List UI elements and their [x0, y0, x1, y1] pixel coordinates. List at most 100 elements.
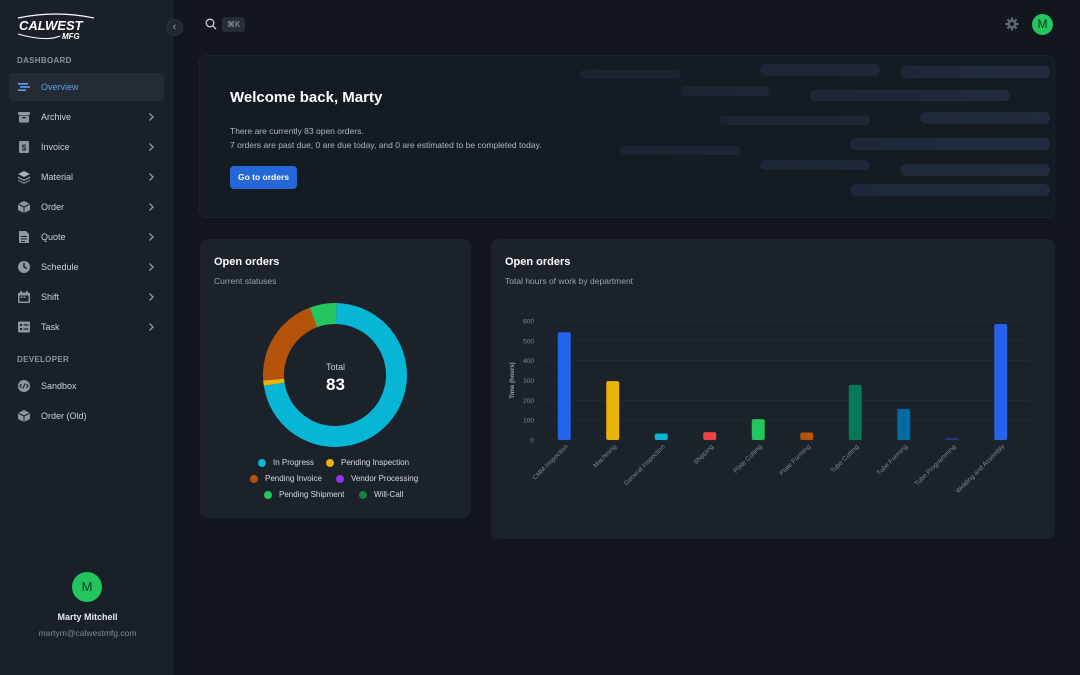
- legend-item[interactable]: Pending Inspection: [326, 458, 409, 467]
- donut-total-label: Total: [325, 362, 345, 372]
- section-label-dashboard: DASHBOARD: [17, 56, 72, 65]
- sidebar-item-label: Sandbox: [41, 381, 77, 391]
- bar-plate-cutting[interactable]: [751, 419, 765, 440]
- user-name: Marty Mitchell: [57, 612, 118, 622]
- sidebar-item-label: Overview: [41, 82, 79, 92]
- chevron-right-icon: [149, 293, 154, 301]
- sidebar-item-task[interactable]: Task: [9, 313, 164, 341]
- legend-item[interactable]: Pending Invoice: [250, 474, 322, 483]
- chevron-right-icon: [149, 263, 154, 271]
- sidebar-item-order[interactable]: Order: [9, 193, 164, 221]
- legend-label: Pending Shipment: [279, 490, 345, 499]
- task-icon: [17, 320, 31, 334]
- search-shortcut-badge: ⌘K: [222, 17, 246, 32]
- x-tick-label: Plate Cutting: [732, 443, 764, 475]
- x-tick-label: Machining: [592, 443, 618, 469]
- x-tick-label: Shipping: [692, 443, 715, 466]
- sidebar-item-label: Quote: [41, 232, 66, 242]
- sidebar: CALWEST MFG DASHBOARD Overview Archive $ In…: [0, 0, 175, 675]
- banner-background-graphic: [200, 56, 1054, 217]
- material-icon: [17, 170, 31, 184]
- gear-icon[interactable]: [1005, 17, 1019, 31]
- sidebar-item-shift[interactable]: Shift: [9, 283, 164, 311]
- x-tick-label: Welding and Assembly: [955, 443, 1007, 495]
- sidebar-item-material[interactable]: Material: [9, 163, 164, 191]
- chevron-right-icon: [149, 323, 154, 331]
- overview-icon: [17, 80, 31, 94]
- y-tick-label: 600: [523, 319, 534, 326]
- due-orders-summary: 7 orders are past due, 0 are due today, …: [230, 140, 542, 150]
- sidebar-item-label: Order: [41, 202, 65, 212]
- svg-text:CALWEST: CALWEST: [19, 18, 84, 33]
- y-tick-label: 0: [530, 438, 534, 445]
- x-tick-label: Tube Cutting: [830, 443, 861, 474]
- sidebar-item-invoice[interactable]: $ Invoice: [9, 133, 164, 161]
- legend-label: Pending Inspection: [341, 458, 410, 467]
- chevron-right-icon: [149, 203, 154, 211]
- legend-label: In Progress: [273, 458, 314, 467]
- user-avatar-top[interactable]: M: [1032, 14, 1053, 35]
- y-axis-label: Time (hours): [510, 362, 516, 398]
- legend-item[interactable]: Will-Call: [359, 490, 403, 499]
- legend-swatch: [336, 474, 344, 483]
- sidebar-item-label: Order (Old): [41, 411, 87, 421]
- bar-tube-forming[interactable]: [897, 408, 911, 440]
- legend-item[interactable]: Vendor Processing: [336, 474, 418, 483]
- sidebar-item-label: Shift: [41, 292, 60, 302]
- welcome-title: Welcome back, Marty: [230, 89, 383, 106]
- bar-cmm-inspection[interactable]: [557, 332, 571, 440]
- bar-tube-programming[interactable]: [945, 438, 959, 440]
- user-email: martym@calwestmfg.com: [38, 628, 137, 638]
- welcome-banner: Welcome back, Marty There are currently …: [199, 55, 1055, 218]
- y-tick-label: 300: [523, 378, 534, 385]
- x-tick-label: Plate Forming: [779, 443, 813, 477]
- y-tick-label: 100: [523, 418, 534, 425]
- sidebar-item-label: Invoice: [41, 142, 70, 152]
- y-tick-label: 400: [523, 358, 534, 365]
- sidebar-item-overview[interactable]: Overview: [9, 73, 164, 101]
- legend-swatch: [264, 490, 272, 499]
- sidebar-item-quote[interactable]: Quote: [9, 223, 164, 251]
- donut-total-value: 83: [326, 375, 345, 394]
- calwest-logo[interactable]: CALWEST MFG: [16, 12, 96, 42]
- department-hours-card: Open orders Total hours of work by depar…: [491, 239, 1055, 539]
- legend-item[interactable]: Pending Shipment: [264, 490, 344, 499]
- x-tick-label: CMM Inspection: [532, 443, 570, 481]
- chevron-right-icon: [149, 143, 154, 151]
- go-to-orders-button[interactable]: Go to orders: [230, 166, 298, 189]
- bar-shipping[interactable]: [703, 432, 717, 440]
- x-tick-label: General Inspection: [623, 443, 667, 487]
- sidebar-item-label: Task: [41, 322, 60, 332]
- bar-welding-and-assembly[interactable]: [994, 323, 1008, 440]
- archive-icon: [17, 110, 31, 124]
- user-avatar[interactable]: M: [72, 572, 102, 602]
- bar-plate-forming[interactable]: [800, 432, 814, 440]
- schedule-icon: [17, 260, 31, 274]
- sidebar-item-order-old[interactable]: Order (Old): [9, 402, 164, 430]
- sandbox-icon: [17, 379, 31, 393]
- bar-machining[interactable]: [606, 381, 620, 440]
- bar-tube-cutting[interactable]: [848, 384, 862, 440]
- legend-item[interactable]: In Progress: [258, 458, 314, 467]
- legend-label: Vendor Processing: [351, 474, 419, 483]
- legend-swatch: [258, 458, 266, 467]
- bar-general-inspection[interactable]: [654, 433, 668, 440]
- sidebar-item-schedule[interactable]: Schedule: [9, 253, 164, 281]
- chevron-right-icon: [149, 113, 154, 121]
- legend-swatch: [326, 458, 334, 467]
- invoice-icon: $: [17, 140, 31, 154]
- svg-text:MFG: MFG: [62, 32, 80, 41]
- collapse-sidebar-button[interactable]: ‹: [166, 19, 183, 36]
- x-tick-label: Tube Programming: [914, 443, 958, 487]
- sidebar-item-archive[interactable]: Archive: [9, 103, 164, 131]
- legend-swatch: [250, 474, 258, 483]
- sidebar-item-sandbox[interactable]: Sandbox: [9, 372, 164, 400]
- legend-label: Pending Invoice: [265, 474, 322, 483]
- legend-swatch: [359, 490, 367, 499]
- legend-label: Will-Call: [374, 490, 404, 499]
- open-orders-status-card: Open orders Current statuses Total 83 In…: [200, 239, 471, 518]
- chevron-right-icon: [149, 173, 154, 181]
- search-icon[interactable]: [205, 18, 217, 30]
- section-label-developer: DEVELOPER: [17, 355, 70, 364]
- order-icon: [17, 200, 31, 214]
